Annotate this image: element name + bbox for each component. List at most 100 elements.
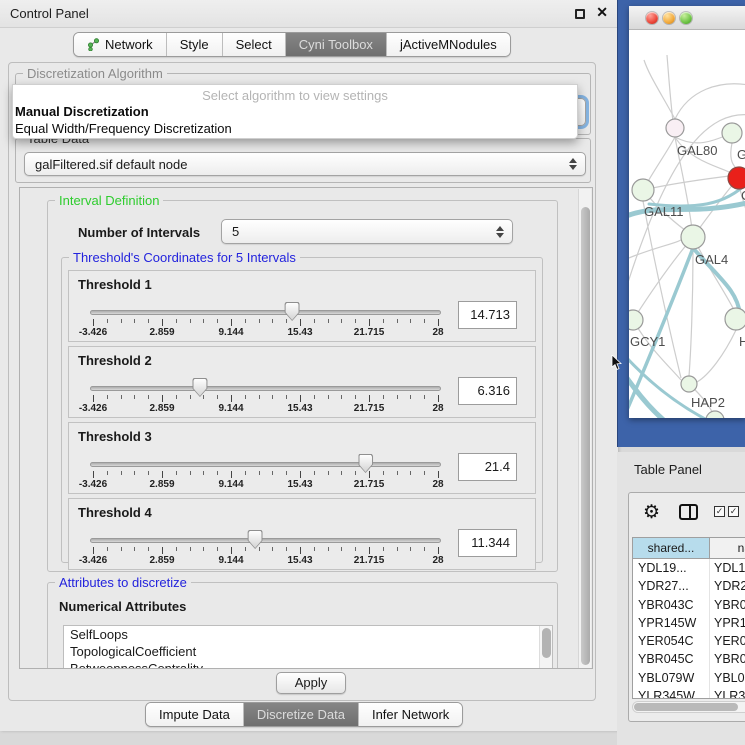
network-node[interactable] — [681, 376, 697, 392]
tab-network[interactable]: Network — [74, 33, 167, 56]
network-canvas[interactable]: GAL80 G. C GAL11 GAL4 GCY1 H HAP2 — [629, 30, 745, 418]
node-label: H — [739, 334, 745, 349]
slider-ruler-labels: -3.4262.8599.14415.4321.71528 — [90, 403, 441, 415]
tick-mark — [438, 471, 439, 478]
threshold-1-slider-track[interactable] — [90, 310, 441, 315]
tab-cyni-toolbox-label: Cyni Toolbox — [299, 37, 373, 52]
tick-mark — [369, 471, 370, 478]
attribute-list-item[interactable]: SelfLoops — [64, 626, 552, 643]
table-horizontal-scrollbar[interactable] — [632, 701, 745, 713]
network-node[interactable] — [722, 123, 742, 143]
cell-name[interactable]: YPR1 — [710, 614, 745, 632]
table-row[interactable]: YBR045CYBR0 — [633, 650, 745, 668]
columns-icon[interactable] — [679, 504, 698, 520]
threshold-4-block: Threshold 4 -3.4262.8599.14415.4321.7152… — [68, 498, 536, 570]
tab-jactivemnodules-label: jActiveMNodules — [400, 37, 497, 52]
tab-impute-data[interactable]: Impute Data — [146, 703, 244, 726]
tick-label: -3.426 — [79, 555, 107, 566]
network-node[interactable] — [725, 308, 745, 330]
threshold-4-label: Threshold 4 — [78, 505, 152, 520]
cell-name[interactable]: YBR0 — [710, 650, 745, 668]
tick-mark — [328, 319, 329, 323]
threshold-3-value-field[interactable]: 21.4 — [458, 453, 517, 481]
threshold-4-slider-track[interactable] — [90, 538, 441, 543]
checkbox-icon[interactable]: ✓ — [714, 506, 725, 517]
close-traffic-light-icon[interactable] — [646, 12, 658, 24]
tick-mark — [314, 471, 315, 475]
cell-shared-name[interactable]: YDR27... — [633, 577, 710, 595]
cell-shared-name[interactable]: YBR043C — [633, 596, 710, 614]
network-node[interactable] — [632, 179, 654, 201]
tab-jactivemnodules[interactable]: jActiveMNodules — [387, 33, 510, 56]
table-data-combobox[interactable]: galFiltered.sif default node — [24, 152, 586, 176]
threshold-1-value-field[interactable]: 14.713 — [458, 301, 517, 329]
close-icon[interactable]: ✕ — [596, 4, 608, 21]
cell-name[interactable]: YER0 — [710, 632, 745, 650]
tab-infer-network-label: Infer Network — [372, 707, 449, 722]
threshold-2-slider-track[interactable] — [90, 386, 441, 391]
tick-mark — [286, 471, 287, 475]
tab-discretize-data[interactable]: Discretize Data — [244, 703, 359, 726]
thresholds-group-title: Threshold's Coordinates for 5 Intervals — [69, 250, 300, 265]
gear-icon[interactable]: ⚙ — [643, 501, 660, 524]
list-scrollbar[interactable] — [539, 626, 552, 669]
network-node[interactable] — [681, 225, 705, 249]
zoom-traffic-light-icon[interactable] — [680, 12, 692, 24]
threshold-3-slider-track[interactable] — [90, 462, 441, 467]
table-row[interactable]: YER054CYER0 — [633, 632, 745, 650]
cell-shared-name[interactable]: YBR045C — [633, 650, 710, 668]
tick-label: 2.859 — [149, 555, 174, 566]
column-header-name[interactable]: na — [710, 538, 745, 558]
algorithm-option-manual[interactable]: Manual Discretization — [15, 104, 149, 119]
tick-mark — [286, 319, 287, 323]
table-row[interactable]: YLR345WYLR3 — [633, 687, 745, 699]
column-header-shared-name[interactable]: shared... — [633, 538, 710, 558]
cell-name[interactable]: YDR2 — [710, 577, 745, 595]
cell-name[interactable]: YDL1 — [710, 559, 745, 577]
table-row[interactable]: YBR043CYBR0 — [633, 596, 745, 614]
minimize-traffic-light-icon[interactable] — [663, 12, 675, 24]
tick-mark — [355, 471, 356, 475]
table-row[interactable]: YPR145WYPR1 — [633, 614, 745, 632]
cell-name[interactable]: YBR0 — [710, 596, 745, 614]
tick-mark — [93, 319, 94, 326]
attribute-list-item[interactable]: TopologicalCoefficient — [64, 643, 552, 660]
table-row[interactable]: YDR27...YDR2 — [633, 577, 745, 595]
cell-shared-name[interactable]: YDL19... — [633, 559, 710, 577]
cell-name[interactable]: YBL0 — [710, 669, 745, 687]
tab-select[interactable]: Select — [223, 33, 286, 56]
cell-shared-name[interactable]: YER054C — [633, 632, 710, 650]
tab-style[interactable]: Style — [167, 33, 223, 56]
tick-mark — [397, 395, 398, 399]
combo-arrows-icon — [569, 158, 577, 170]
cell-shared-name[interactable]: YPR145W — [633, 614, 710, 632]
numerical-attributes-list[interactable]: SelfLoopsTopologicalCoefficientBetweenne… — [63, 625, 553, 669]
number-of-intervals-combobox[interactable]: 5 — [221, 219, 513, 244]
tab-cyni-toolbox[interactable]: Cyni Toolbox — [286, 33, 387, 56]
tick-mark — [341, 471, 342, 475]
threshold-4-value-field[interactable]: 11.344 — [458, 529, 517, 557]
apply-button[interactable]: Apply — [276, 672, 346, 694]
network-node-selected[interactable] — [728, 167, 745, 189]
table-row[interactable]: YBL079WYBL0 — [633, 669, 745, 687]
thresholds-group: Threshold's Coordinates for 5 Intervals … — [61, 257, 543, 563]
cell-name[interactable]: YLR3 — [710, 687, 745, 699]
checkbox-icon[interactable]: ✓ — [728, 506, 739, 517]
tick-mark — [121, 319, 122, 323]
threshold-2-value-field[interactable]: 6.316 — [458, 377, 517, 405]
tick-mark — [424, 395, 425, 399]
tick-mark — [314, 395, 315, 399]
table-row[interactable]: YDL19...YDL1 — [633, 559, 745, 577]
tick-mark — [93, 471, 94, 478]
attribute-list-item[interactable]: BetweennessCentrality — [64, 660, 552, 669]
tab-infer-network[interactable]: Infer Network — [359, 703, 462, 726]
cell-shared-name[interactable]: YBL079W — [633, 669, 710, 687]
algorithm-option-equal-width[interactable]: Equal Width/Frequency Discretization — [15, 121, 232, 136]
network-node[interactable] — [706, 411, 724, 418]
float-window-icon[interactable] — [575, 9, 585, 19]
settings-vertical-scrollbar[interactable] — [578, 189, 591, 669]
tick-mark — [134, 471, 135, 475]
cell-shared-name[interactable]: YLR345W — [633, 687, 710, 699]
network-node[interactable] — [629, 310, 643, 330]
network-node[interactable] — [666, 119, 684, 137]
